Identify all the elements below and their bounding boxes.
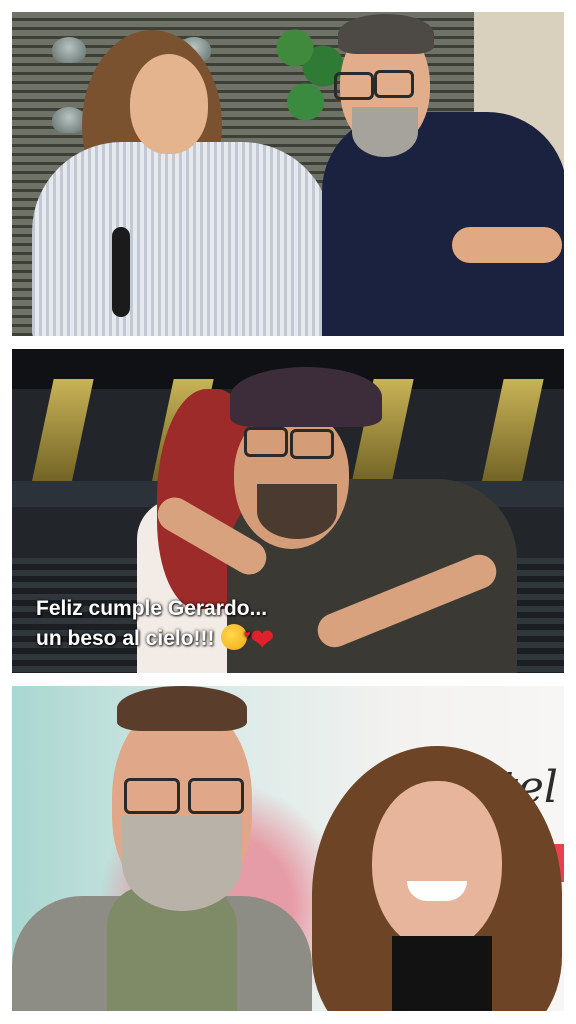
gold-pillar <box>30 379 94 489</box>
microphone <box>112 227 130 317</box>
hanging-plant <box>274 12 344 132</box>
caption-line-1: Feliz cumple Gerardo... <box>36 597 268 620</box>
photo-1 <box>12 12 564 336</box>
caption: Feliz cumple Gerardo... un beso al cielo… <box>36 594 556 655</box>
glasses <box>290 429 334 459</box>
caption-line-2-text: un beso al cielo!!! <box>36 627 215 650</box>
gold-pillar <box>480 379 544 489</box>
glasses <box>188 778 244 814</box>
photo-2: Feliz cumple Gerardo... un beso al cielo… <box>12 349 564 673</box>
kiss-emoji-icon <box>220 620 251 650</box>
grey-beard <box>122 816 242 911</box>
photo-3: ntel EN <box>12 686 564 1011</box>
glasses <box>244 427 288 457</box>
woman-black-top <box>392 936 492 1011</box>
lamp <box>52 37 86 63</box>
caption-line-2: un beso al cielo!!! ❤ <box>36 620 556 655</box>
cap <box>230 367 382 427</box>
glasses <box>124 778 180 814</box>
beard <box>257 484 337 539</box>
man-hair <box>117 686 247 731</box>
woman-face <box>372 781 502 951</box>
heart-emoji-icon: ❤ <box>250 624 274 655</box>
lamp <box>52 107 86 133</box>
